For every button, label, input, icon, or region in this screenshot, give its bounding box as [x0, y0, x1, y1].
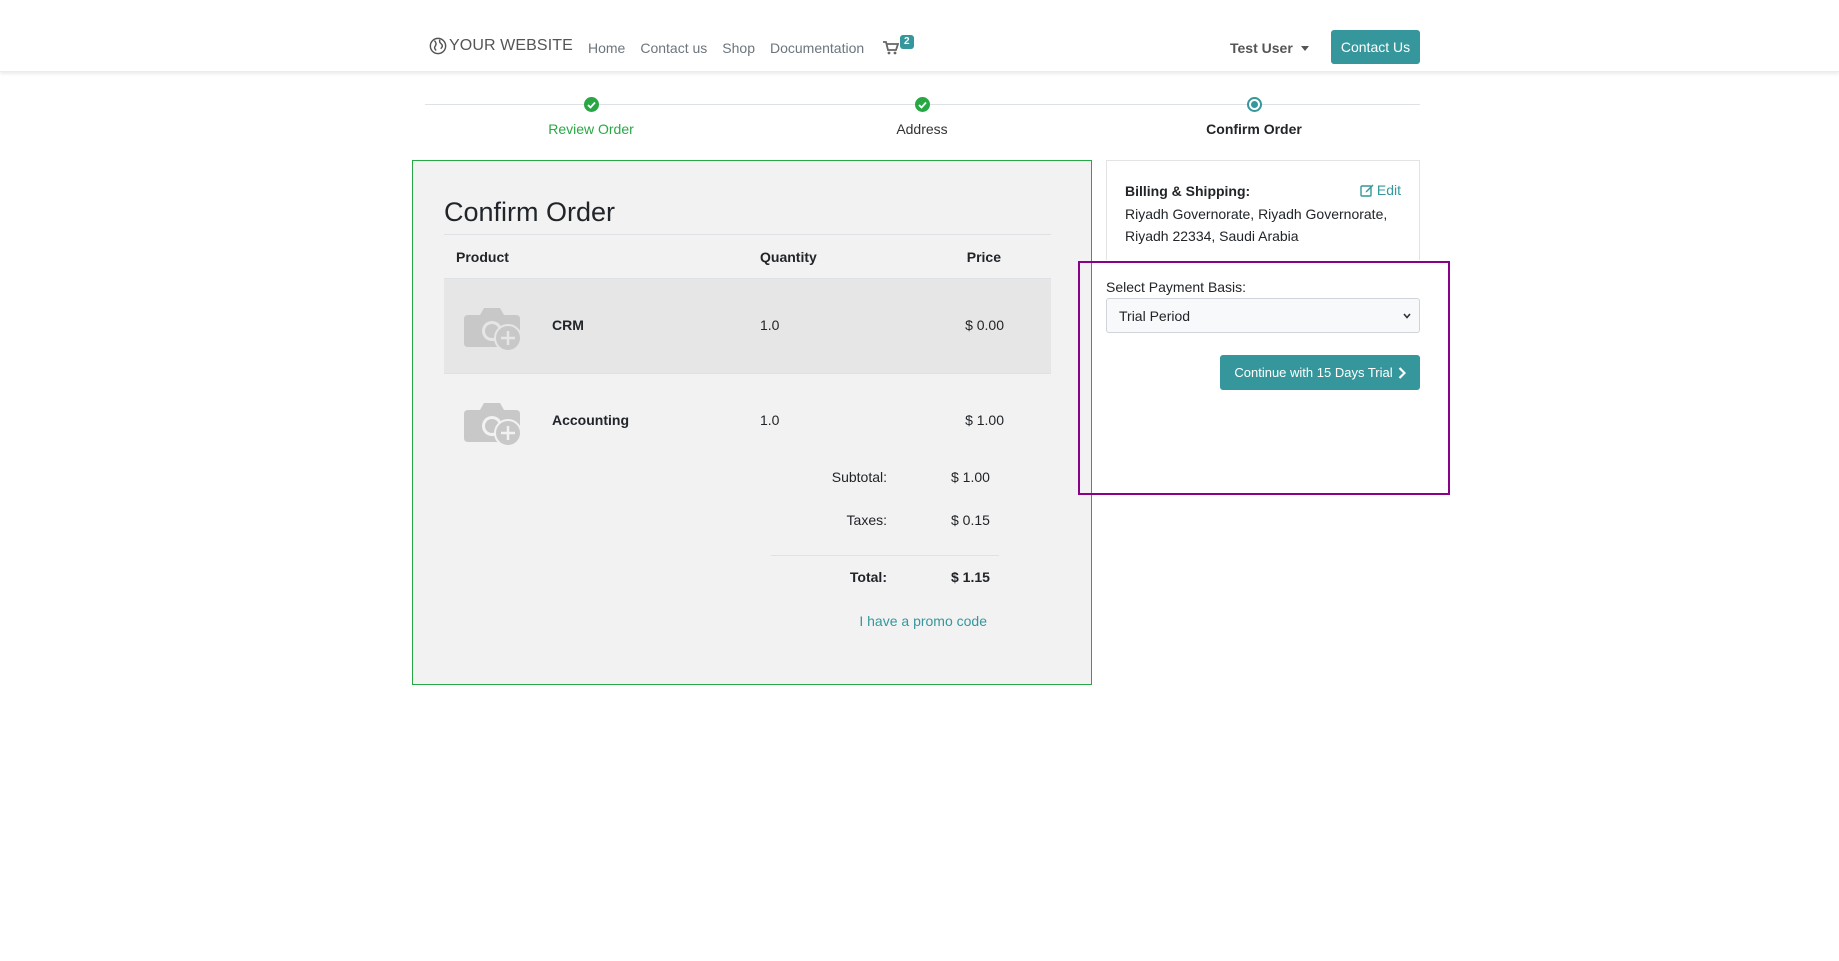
- brand-logo[interactable]: YOUR WEBSITE: [429, 37, 573, 55]
- checkout-progress-wizard: Review Order Address Confirm Order: [425, 96, 1420, 146]
- cart-icon: [883, 41, 899, 55]
- payment-basis-selected: Trial Period: [1119, 307, 1191, 324]
- product-quantity: 1.0: [760, 412, 780, 428]
- step-label: Confirm Order: [1206, 121, 1302, 137]
- globe-icon: [429, 37, 447, 55]
- subtotal-value: $ 1.00: [951, 469, 990, 485]
- nav-link-documentation[interactable]: Documentation: [770, 40, 864, 56]
- product-price: $ 1.00: [965, 412, 1004, 428]
- contact-us-button[interactable]: Contact Us: [1331, 30, 1420, 64]
- total-value: $ 1.15: [951, 569, 990, 585]
- edit-address-link[interactable]: Edit: [1360, 182, 1401, 198]
- table-row: CRM 1.0 $ 0.00: [444, 279, 1051, 374]
- product-name[interactable]: CRM: [552, 317, 584, 333]
- nav-links: Home Contact us Shop Documentation: [588, 40, 879, 56]
- order-table: Product Quantity Price CRM 1.0 $ 0.00 Ac…: [444, 234, 1051, 469]
- taxes-label: Taxes:: [846, 512, 887, 528]
- billing-title: Billing & Shipping:: [1125, 183, 1251, 199]
- taxes-row: Taxes: $ 0.15: [771, 512, 999, 555]
- edit-label: Edit: [1376, 182, 1401, 198]
- user-menu-dropdown[interactable]: Test User: [1230, 40, 1309, 56]
- total-label: Total:: [849, 569, 887, 585]
- table-row: Accounting 1.0 $ 1.00: [444, 374, 1051, 469]
- current-step-icon: [1246, 97, 1262, 112]
- billing-shipping-card: Billing & Shipping: Edit Riyadh Governor…: [1106, 160, 1420, 260]
- subtotal-label: Subtotal:: [831, 469, 887, 485]
- brand-name: YOUR WEBSITE: [449, 37, 573, 54]
- product-placeholder-icon: [464, 403, 522, 447]
- chevron-down-icon: [1403, 313, 1411, 319]
- continue-trial-button[interactable]: Continue with 15 Days Trial: [1220, 355, 1420, 390]
- table-header: Product Quantity Price: [444, 234, 1051, 279]
- top-navbar: YOUR WEBSITE Home Contact us Shop Docume…: [0, 0, 1839, 72]
- order-totals: Subtotal: $ 1.00 Taxes: $ 0.15 Total: $ …: [771, 469, 999, 599]
- column-header-quantity: Quantity: [760, 249, 817, 265]
- caret-down-icon: [1300, 45, 1309, 51]
- column-header-product: Product: [456, 249, 509, 265]
- step-label: Address: [896, 121, 948, 137]
- page-title: Confirm Order: [444, 197, 616, 227]
- order-summary-panel: Confirm Order Product Quantity Price CRM…: [412, 160, 1092, 685]
- nav-link-contact-us[interactable]: Contact us: [640, 40, 707, 56]
- product-placeholder-icon: [464, 308, 522, 352]
- user-name: Test User: [1230, 40, 1293, 56]
- promo-code-link[interactable]: I have a promo code: [859, 613, 987, 629]
- chevron-right-icon: [1398, 366, 1406, 379]
- payment-basis-select[interactable]: Trial Period: [1106, 298, 1420, 333]
- nav-link-home[interactable]: Home: [588, 40, 625, 56]
- taxes-value: $ 0.15: [951, 512, 990, 528]
- total-row: Total: $ 1.15: [771, 555, 999, 599]
- subtotal-row: Subtotal: $ 1.00: [771, 469, 999, 512]
- cart-count-badge: 2: [900, 35, 914, 49]
- payment-basis-label: Select Payment Basis:: [1106, 279, 1247, 295]
- billing-address: Riyadh Governorate, Riyadh Governorate, …: [1125, 206, 1388, 244]
- step-confirm-order: Confirm Order: [1154, 96, 1354, 137]
- column-header-price: Price: [966, 249, 1001, 265]
- edit-icon: [1360, 184, 1374, 197]
- product-name[interactable]: Accounting: [552, 412, 629, 428]
- step-review-order[interactable]: Review Order: [491, 96, 691, 137]
- check-icon: [914, 97, 930, 112]
- product-price: $ 0.00: [965, 317, 1004, 333]
- nav-link-shop[interactable]: Shop: [722, 40, 755, 56]
- step-label: Review Order: [548, 121, 634, 137]
- cart-link[interactable]: 2: [883, 35, 914, 55]
- step-address[interactable]: Address: [822, 96, 1022, 137]
- continue-trial-label: Continue with 15 Days Trial: [1234, 365, 1393, 380]
- check-icon: [583, 97, 599, 112]
- product-quantity: 1.0: [760, 317, 780, 333]
